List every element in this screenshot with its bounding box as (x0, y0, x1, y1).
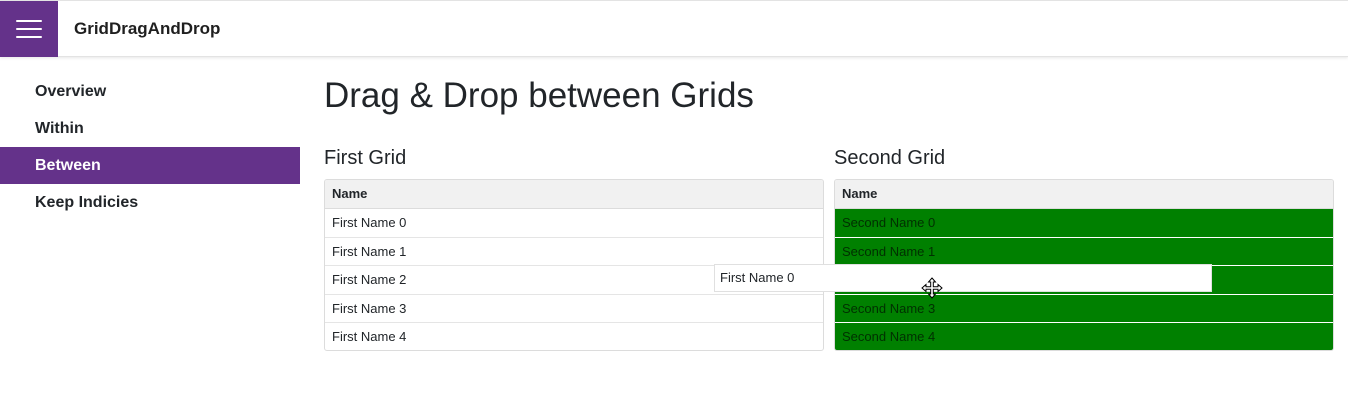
sidebar-item-overview[interactable]: Overview (0, 73, 300, 110)
second-grid-row[interactable]: Second Name 1 (835, 237, 1333, 266)
menu-toggle-button[interactable] (0, 1, 58, 57)
first-grid-row[interactable]: First Name 1 (325, 238, 823, 266)
second-grid-row[interactable]: Second Name 4 (835, 323, 1333, 350)
drag-ghost-row[interactable]: First Name 0 (714, 264, 1212, 292)
second-grid-title: Second Grid (834, 147, 946, 169)
app-title: GridDragAndDrop (74, 19, 221, 38)
second-grid-header-name[interactable]: Name (835, 180, 1333, 209)
first-grid-title: First Grid (324, 147, 407, 169)
first-grid-row[interactable]: First Name 0 (325, 209, 823, 238)
move-cursor-icon (921, 277, 943, 299)
first-grid-row[interactable]: First Name 4 (325, 323, 823, 350)
sidebar-item-within[interactable]: Within (0, 110, 300, 147)
top-bar: GridDragAndDrop (0, 0, 1348, 57)
page-title: Drag & Drop between Grids (324, 76, 754, 115)
first-grid-row[interactable]: First Name 3 (325, 295, 823, 323)
sidebar-item-keep-indicies[interactable]: Keep Indicies (0, 184, 300, 221)
second-grid-row[interactable]: Second Name 3 (835, 294, 1333, 323)
second-grid-row[interactable]: Second Name 0 (835, 209, 1333, 238)
first-grid-header-name[interactable]: Name (325, 180, 823, 209)
sidebar-nav: Overview Within Between Keep Indicies (0, 73, 300, 221)
hamburger-menu-icon (16, 19, 42, 39)
app: GridDragAndDrop Overview Within Between … (0, 0, 1348, 402)
sidebar-item-between[interactable]: Between (0, 147, 300, 184)
